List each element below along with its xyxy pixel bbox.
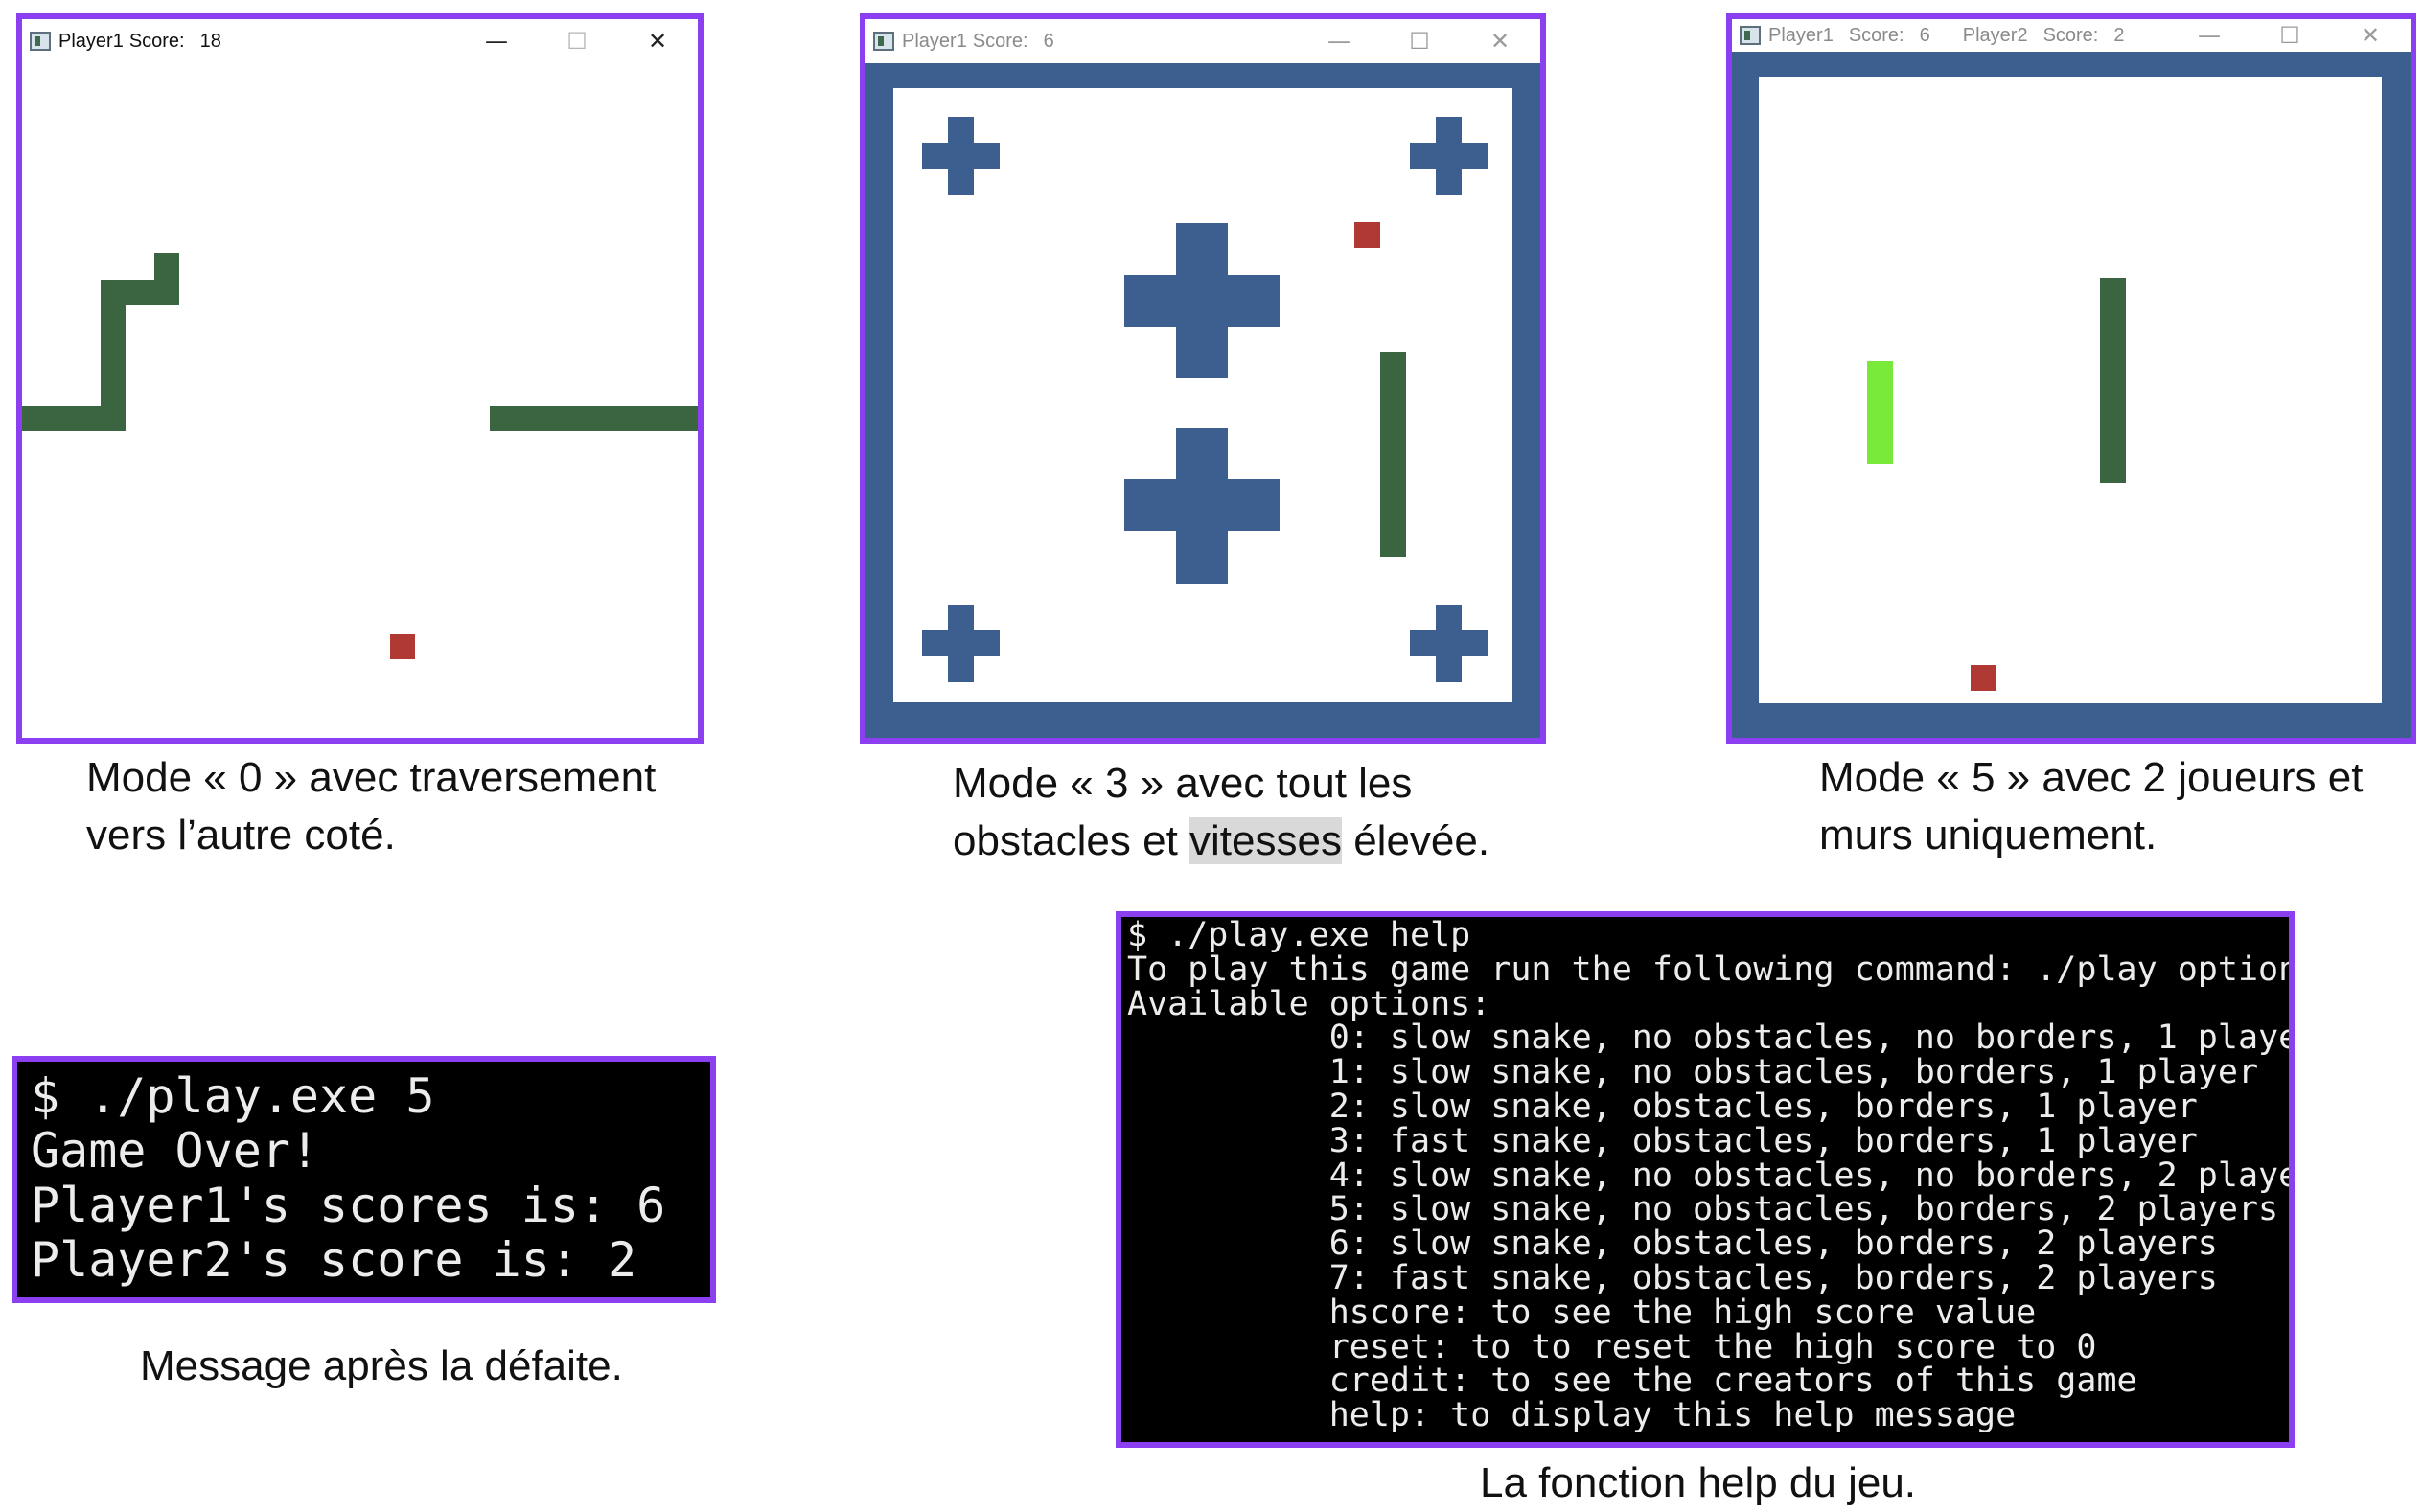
mode5-game-window: Player1 Score: 6 Player2 Score: 2 — ☐ ✕	[1726, 13, 2416, 744]
food-item	[1354, 222, 1380, 248]
minimize-button[interactable]: —	[456, 28, 537, 55]
player1-snake	[2100, 278, 2126, 483]
mode3-caption: Mode « 3 » avec tout les obstacles et vi…	[953, 755, 1604, 870]
mode0-title-score-label: Score:	[128, 30, 185, 52]
mode3-title-player: Player1	[902, 30, 967, 52]
minimize-button[interactable]: —	[2169, 22, 2250, 49]
mode3-title-score: 6	[1043, 30, 1054, 52]
terminal-line: 7: fast snake, obstacles, borders, 2 pla…	[1127, 1258, 2218, 1297]
help-terminal: $ ./play.exe help To play this game run …	[1116, 911, 2295, 1448]
snake-segment	[490, 406, 698, 431]
mode0-titlebar: Player1 Score: 18 — ☐ ✕	[22, 19, 698, 63]
mode5-title-score2: 2	[2113, 24, 2125, 46]
terminal-line: Available options:	[1127, 984, 1491, 1023]
cross-obstacle	[1436, 117, 1462, 195]
mode5-title-score1: 6	[1919, 24, 1930, 46]
play-field	[1759, 77, 2382, 703]
gameover-terminal: $ ./play.exe 5 Game Over! Player1's scor…	[12, 1056, 716, 1303]
maximize-button[interactable]: ☐	[1379, 28, 1460, 55]
mode3-title-score-label: Score:	[972, 30, 1028, 52]
mode0-title-player: Player1	[58, 30, 124, 52]
terminal-line: Player2's score is: 2	[31, 1232, 637, 1288]
mode5-titlebar: Player1 Score: 6 Player2 Score: 2 — ☐ ✕	[1732, 19, 2411, 52]
terminal-line: 1: slow snake, no obstacles, borders, 1 …	[1127, 1053, 2259, 1092]
terminal-line: Player1's scores is: 6	[31, 1178, 666, 1233]
terminal-line: Game Over!	[31, 1123, 320, 1179]
mode5-caption-line1: Mode « 5 » avec 2 joueurs et	[1819, 754, 2364, 801]
snake-segment	[1380, 352, 1406, 557]
terminal-line: reset: to to reset the high score to 0	[1127, 1327, 2097, 1366]
mode0-game-window: Player1 Score: 18 — ☐ ✕	[16, 13, 704, 744]
snake-segment	[154, 253, 179, 305]
food-item	[390, 634, 415, 659]
close-button[interactable]: ✕	[1460, 28, 1540, 55]
mode0-title-score: 18	[199, 30, 221, 52]
minimize-button[interactable]: —	[1299, 28, 1379, 55]
terminal-line: 0: slow snake, no obstacles, no borders,…	[1127, 1019, 2295, 1058]
cross-obstacle	[948, 605, 974, 682]
mode5-caption: Mode « 5 » avec 2 joueurs et murs unique…	[1819, 749, 2413, 864]
app-icon	[1740, 26, 1761, 45]
terminal-line: $ ./play.exe 5	[31, 1068, 435, 1124]
food-item	[1971, 665, 1996, 691]
mode3-game-window: Player1 Score: 6 — ☐ ✕	[860, 13, 1546, 744]
help-caption: La fonction help du jeu.	[1480, 1459, 1917, 1506]
mode5-caption-line2: murs uniquement.	[1819, 812, 2158, 859]
maximize-button[interactable]: ☐	[537, 28, 617, 55]
mode3-caption-line1: Mode « 3 » avec tout les	[953, 760, 1413, 807]
terminal-line: To play this game run the following comm…	[1127, 950, 2295, 989]
terminal-line: 4: slow snake, no obstacles, no borders,…	[1127, 1156, 2295, 1195]
maximize-button[interactable]: ☐	[2250, 22, 2330, 49]
mode5-title-player1: Player1	[1768, 24, 1834, 46]
mode3-titlebar: Player1 Score: 6 — ☐ ✕	[865, 19, 1540, 63]
cross-obstacle	[1176, 428, 1228, 584]
mode5-game-area	[1732, 52, 2411, 738]
close-button[interactable]: ✕	[2330, 22, 2411, 49]
mode3-caption-highlighted-word: vitesses	[1189, 817, 1342, 864]
mode3-caption-line2-start: obstacles et	[953, 817, 1190, 864]
app-icon	[30, 32, 51, 51]
mode0-caption-line2: vers l’autre coté.	[86, 812, 396, 859]
terminal-line: 6: slow snake, obstacles, borders, 2 pla…	[1127, 1225, 2218, 1264]
mode5-title-player2: Player2	[1962, 24, 2028, 46]
player2-snake	[1867, 361, 1893, 464]
terminal-line: $ ./play.exe help	[1127, 916, 1471, 954]
mode0-caption-line1: Mode « 0 » avec traversement	[86, 754, 657, 801]
terminal-line: help: to display this help message	[1127, 1396, 2017, 1435]
mode0-caption: Mode « 0 » avec traversement vers l’autr…	[86, 749, 719, 864]
mode3-game-area	[865, 63, 1540, 738]
mode5-title-score2-label: Score:	[2042, 24, 2099, 46]
mode3-caption-line2-end: élevée.	[1341, 817, 1490, 864]
cross-obstacle	[1176, 223, 1228, 378]
terminal-line: hscore: to see the high score value	[1127, 1293, 2037, 1332]
terminal-line: 2: slow snake, obstacles, borders, 1 pla…	[1127, 1087, 2198, 1126]
play-field	[893, 88, 1512, 702]
cross-obstacle	[948, 117, 974, 195]
close-button[interactable]: ✕	[617, 28, 698, 55]
mode0-game-area	[22, 63, 698, 738]
terminal-line: credit: to see the creators of this game	[1127, 1362, 2137, 1401]
gameover-caption: Message après la défaite.	[140, 1342, 623, 1389]
terminal-line: 5: slow snake, no obstacles, borders, 2 …	[1127, 1190, 2279, 1229]
mode3-caption-line2: obstacles et vitesses élevée.	[953, 813, 1604, 870]
app-icon	[873, 32, 894, 51]
cross-obstacle	[1436, 605, 1462, 682]
mode5-title-score1-label: Score:	[1848, 24, 1904, 46]
terminal-line: 3: fast snake, obstacles, borders, 1 pla…	[1127, 1121, 2198, 1160]
